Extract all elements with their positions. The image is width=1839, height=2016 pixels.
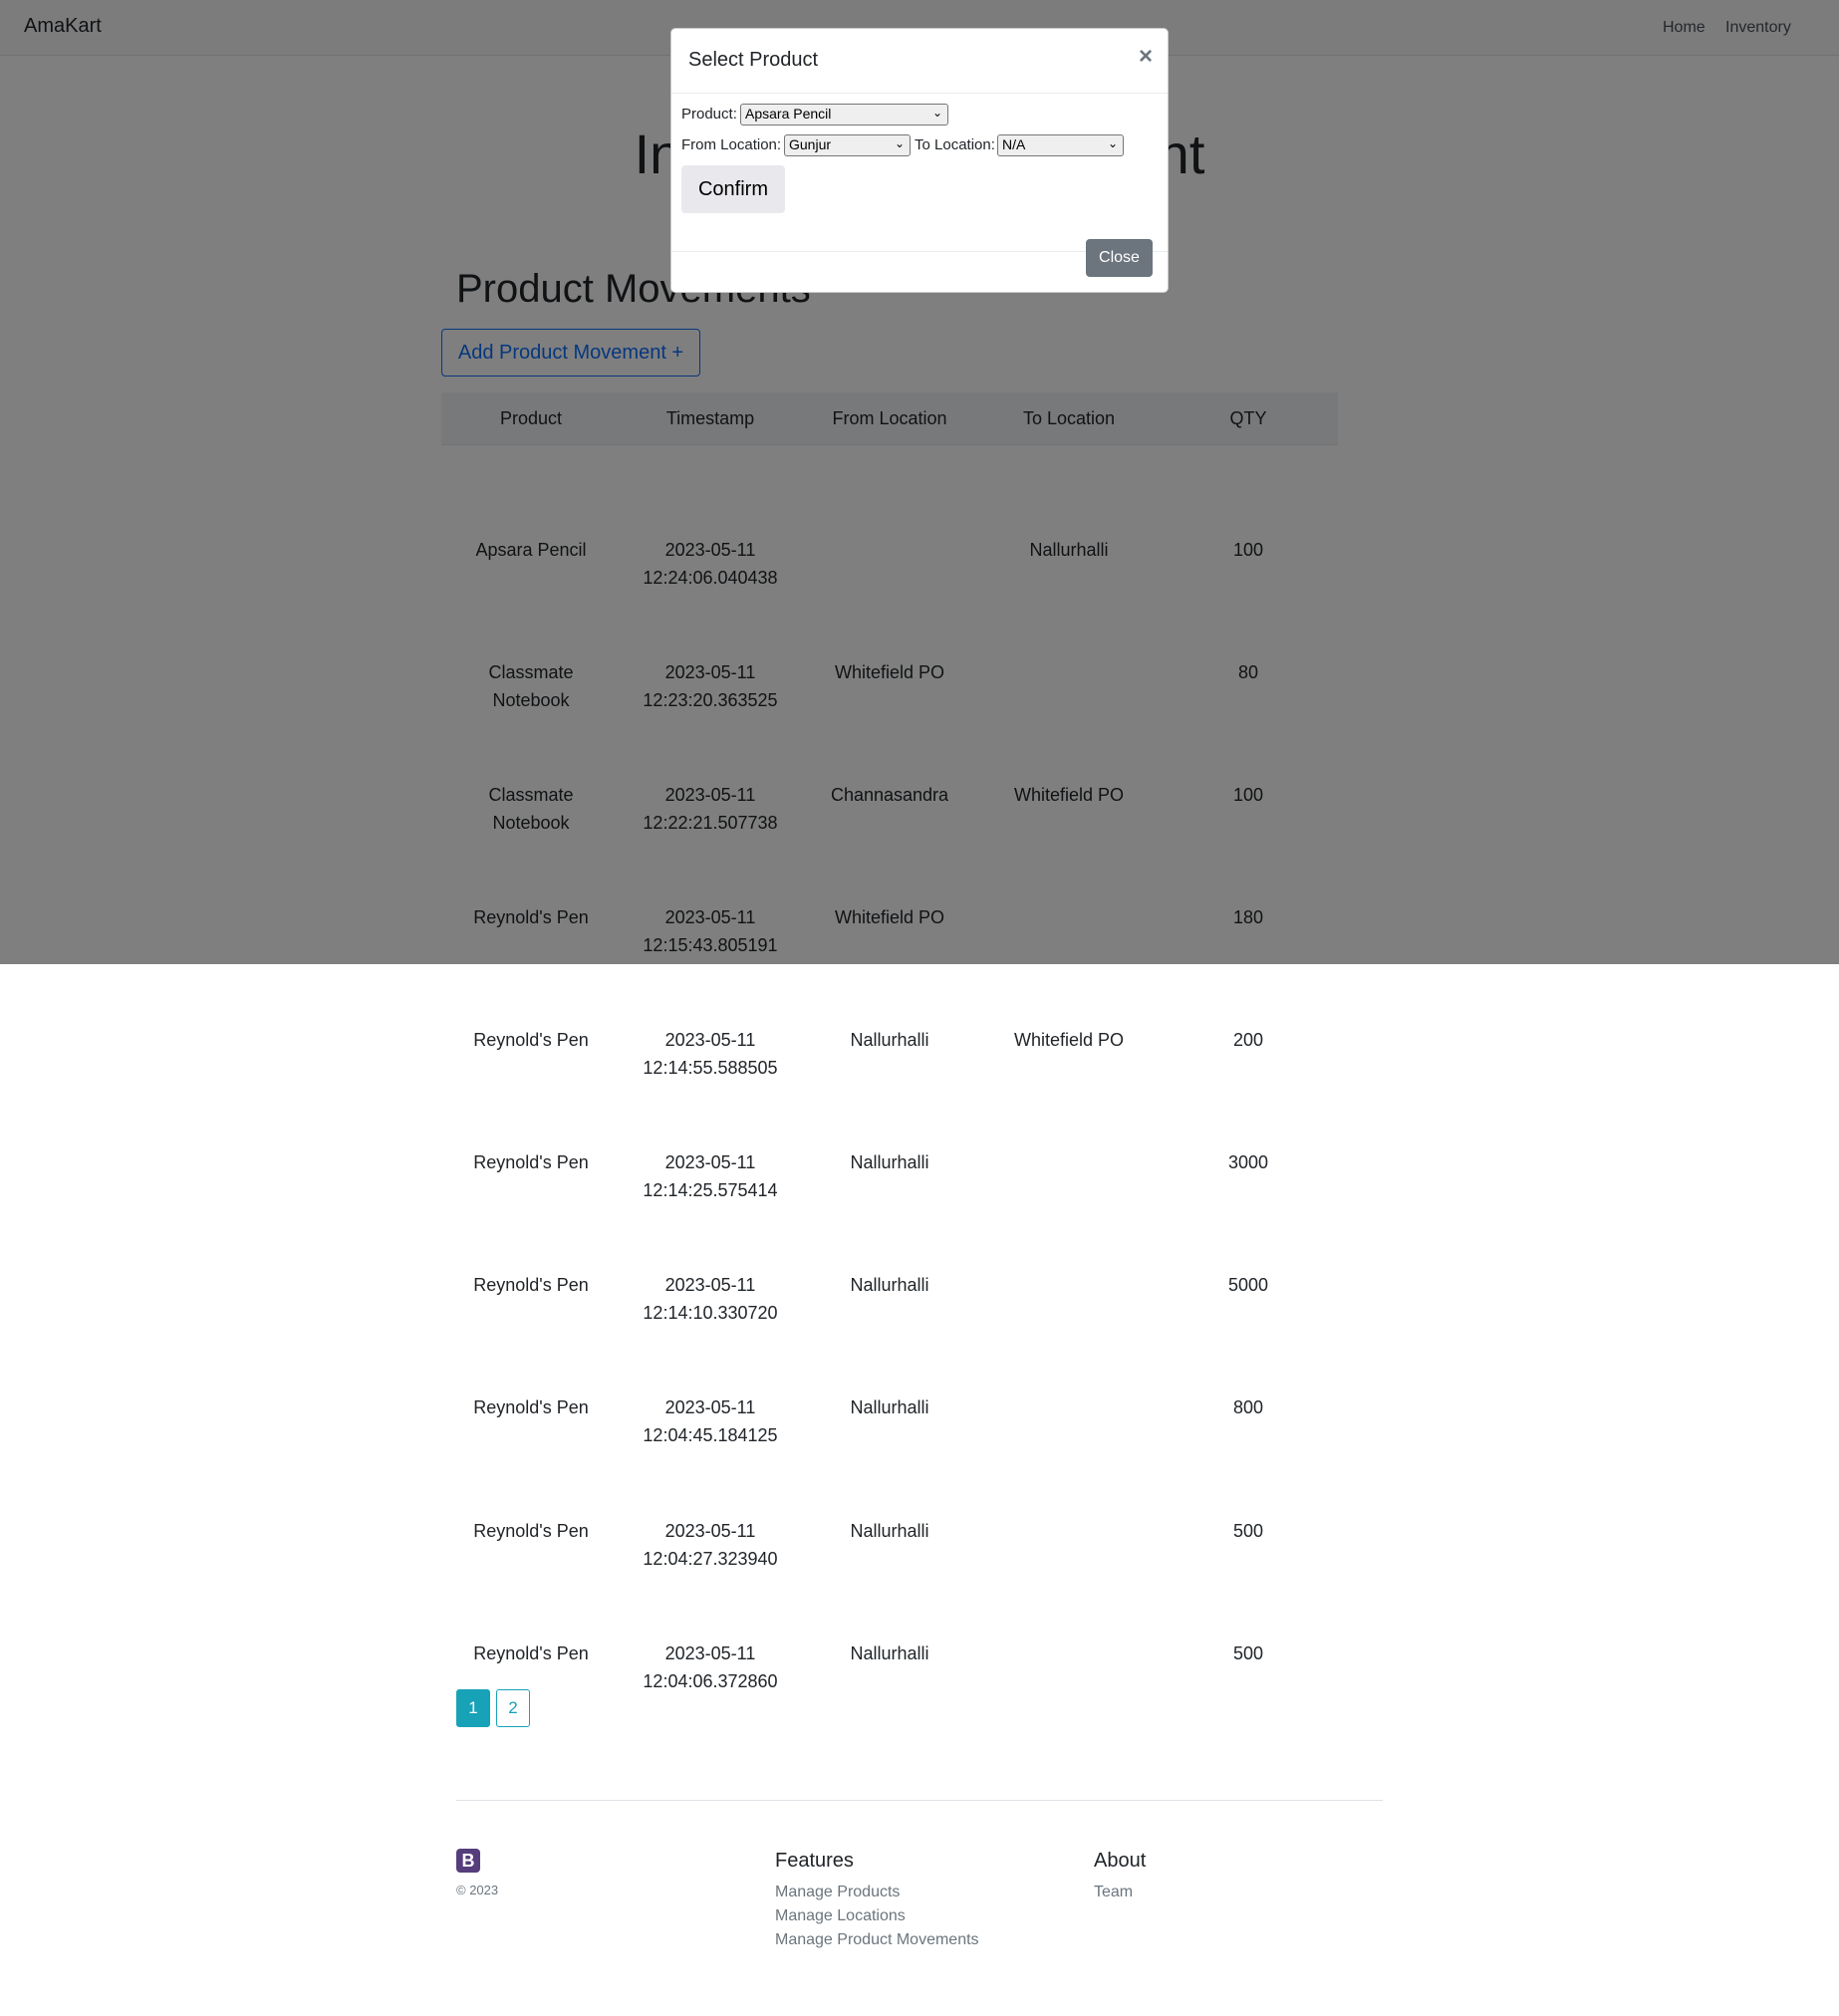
cell-qty: 200 (1232, 1030, 1264, 1050)
timestamp-time: 12:14:10.330720 (643, 1303, 778, 1323)
timestamp-date: 2023-05-11 (664, 1521, 756, 1541)
cell-qty: 5000 (1227, 1275, 1269, 1295)
pagination: 1 2 (456, 1689, 530, 1727)
timestamp-date: 2023-05-11 (664, 1643, 756, 1663)
table-row: Reynold's Pen 2023-05-11 12:14:25.575414 Na… (441, 1148, 1338, 1204)
cell-to-location (979, 1393, 1159, 1449)
select-product-modal: Select Product × Product: Apsara Pencil … (670, 28, 1169, 293)
cell-from-location: Nallurhalli (850, 1397, 929, 1417)
product-select-value: Apsara Pencil (745, 106, 832, 122)
table-row: Reynold's Pen 2023-05-11 12:14:10.330720 Na… (441, 1271, 1338, 1327)
chevron-down-icon: ⌄ (894, 136, 905, 150)
footer-about-heading: About (1094, 1850, 1147, 1872)
cell-product: Reynold's Pen (473, 1152, 589, 1172)
cell-timestamp: 2023-05-11 12:04:45.184125 (621, 1393, 800, 1449)
footer-link-manage-products[interactable]: Manage Products (775, 1881, 979, 1904)
bootstrap-logo-icon[interactable]: B (456, 1849, 480, 1873)
footer-features-column: Features Manage Products Manage Location… (775, 1849, 979, 1952)
cell-timestamp: 2023-05-11 12:14:25.575414 (621, 1148, 800, 1204)
copyright-text: © 2023 (456, 1883, 499, 1897)
timestamp-date: 2023-05-11 (664, 1152, 756, 1172)
table-row: Reynold's Pen 2023-05-11 12:14:55.588505 Na… (441, 1026, 1338, 1082)
footer-link-manage-product-movements[interactable]: Manage Product Movements (775, 1928, 979, 1952)
cell-from-location: Nallurhalli (850, 1275, 929, 1295)
cell-to-location (979, 1271, 1159, 1327)
footer-divider (456, 1800, 1383, 1801)
cell-to-location (979, 1639, 1159, 1695)
page-1-button[interactable]: 1 (456, 1689, 490, 1727)
cell-from-location: Nallurhalli (850, 1521, 929, 1541)
cell-qty: 3000 (1227, 1152, 1269, 1172)
from-location-label: From Location: (681, 136, 782, 153)
to-location-select[interactable]: N/A ⌄ (997, 134, 1124, 156)
cell-to-location (979, 1517, 1159, 1573)
chevron-down-icon: ⌄ (1107, 136, 1118, 150)
timestamp-date: 2023-05-11 (664, 1030, 756, 1050)
timestamp-time: 12:04:27.323940 (643, 1549, 778, 1569)
cell-product: Reynold's Pen (473, 1030, 589, 1050)
timestamp-date: 2023-05-11 (664, 1275, 756, 1295)
cell-product: Reynold's Pen (473, 1521, 589, 1541)
cell-timestamp: 2023-05-11 12:04:27.323940 (621, 1517, 800, 1573)
footer-link-team[interactable]: Team (1094, 1881, 1146, 1904)
timestamp-time: 12:04:06.372860 (643, 1671, 778, 1691)
timestamp-date: 2023-05-11 (664, 1397, 756, 1417)
cell-qty: 500 (1232, 1643, 1264, 1663)
chevron-down-icon: ⌄ (931, 106, 942, 120)
confirm-button[interactable]: Confirm (681, 165, 785, 213)
cell-product: Reynold's Pen (473, 1275, 589, 1295)
cell-timestamp: 2023-05-11 12:14:10.330720 (621, 1271, 800, 1327)
to-location-select-value: N/A (1002, 136, 1026, 152)
footer-link-manage-locations[interactable]: Manage Locations (775, 1904, 979, 1928)
to-location-label: To Location: (915, 136, 995, 153)
footer-about-column: About Team (1094, 1849, 1146, 1904)
modal-body: Product: Apsara Pencil ⌄ From Location: … (671, 94, 1168, 252)
timestamp-time: 12:04:45.184125 (643, 1425, 778, 1445)
cell-to-location (979, 1148, 1159, 1204)
cell-qty: 500 (1232, 1521, 1264, 1541)
table-row: Reynold's Pen 2023-05-11 12:04:45.184125 Na… (441, 1393, 1338, 1449)
footer-features-heading: Features (775, 1850, 854, 1872)
cell-from-location: Nallurhalli (850, 1030, 929, 1050)
table-row: Reynold's Pen 2023-05-11 12:04:27.323940 Na… (441, 1517, 1338, 1573)
product-label: Product: (681, 106, 737, 123)
page-2-button[interactable]: 2 (496, 1689, 530, 1727)
cell-from-location: Nallurhalli (850, 1643, 929, 1663)
cell-to-location: Whitefield PO (1013, 1030, 1125, 1050)
from-location-select[interactable]: Gunjur ⌄ (784, 134, 911, 156)
cell-timestamp: 2023-05-11 12:04:06.372860 (621, 1639, 800, 1695)
close-button[interactable]: Close (1086, 239, 1153, 277)
modal-title: Select Product (688, 49, 819, 71)
cell-qty: 800 (1232, 1397, 1264, 1417)
product-select[interactable]: Apsara Pencil ⌄ (740, 104, 948, 126)
cell-from-location: Nallurhalli (850, 1152, 929, 1172)
timestamp-time: 12:14:55.588505 (643, 1058, 778, 1078)
cell-timestamp: 2023-05-11 12:14:55.588505 (621, 1026, 800, 1082)
table-row: Reynold's Pen 2023-05-11 12:04:06.372860 Na… (441, 1639, 1338, 1695)
close-icon[interactable]: × (1139, 43, 1153, 71)
timestamp-time: 12:14:25.575414 (643, 1180, 778, 1200)
cell-product: Reynold's Pen (473, 1397, 589, 1417)
modal-header: Select Product × (671, 29, 1168, 94)
cell-product: Reynold's Pen (473, 1643, 589, 1663)
from-location-select-value: Gunjur (789, 136, 832, 152)
